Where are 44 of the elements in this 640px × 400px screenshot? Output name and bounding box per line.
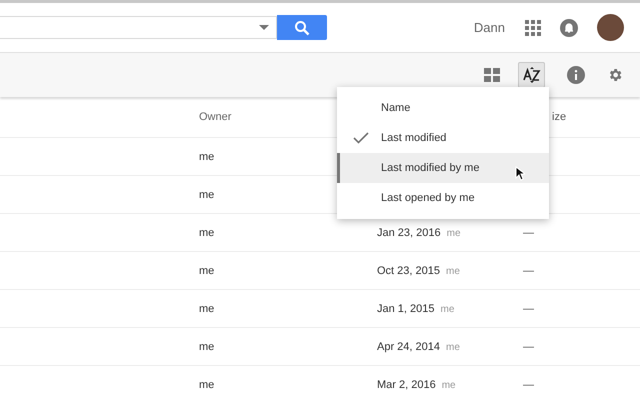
owner-cell-text: me <box>199 378 216 390</box>
modified-date: Mar 2, 2016 <box>377 378 436 390</box>
avatar[interactable] <box>597 14 624 41</box>
file-size: — <box>523 302 534 314</box>
apps-grid-icon[interactable] <box>525 20 541 36</box>
file-size: — <box>523 340 534 352</box>
search-button[interactable] <box>277 15 327 40</box>
owner-cell-text: me <box>199 226 216 238</box>
sort-az-icon <box>522 66 540 84</box>
settings-icon[interactable] <box>607 67 623 83</box>
modified-by: me <box>446 342 460 352</box>
bell-icon[interactable] <box>560 18 578 36</box>
search-icon <box>294 20 310 36</box>
menu-item[interactable]: Last modified by me <box>337 153 549 183</box>
menu-item[interactable]: Name <box>337 93 549 123</box>
mouse-pointer-icon <box>515 166 525 181</box>
file-size: — <box>523 264 534 276</box>
modified-by: me <box>442 380 456 390</box>
menu-item-label: Last modified by me <box>381 162 480 174</box>
menu-item[interactable]: Last opened by me <box>337 183 549 213</box>
owner-cell-text: me <box>199 264 216 276</box>
search-field[interactable] <box>0 16 277 39</box>
menu-item-label: Name <box>381 102 410 114</box>
file-size: — <box>523 226 534 238</box>
owner-cell-text: me <box>199 188 216 200</box>
modified-by: me <box>440 304 454 314</box>
owner-cell-text: me <box>199 302 216 314</box>
info-icon[interactable] <box>567 66 585 84</box>
menu-item-label: Last modified <box>381 132 446 144</box>
user-name: Dann <box>474 20 505 35</box>
modified-by: me <box>446 266 460 276</box>
grid-view-icon[interactable] <box>484 68 500 82</box>
modified-date: Jan 1, 2015 <box>377 302 434 314</box>
modified-date: Apr 24, 2014 <box>377 340 440 352</box>
sort-button[interactable] <box>518 62 545 88</box>
modified-by: me <box>446 228 461 238</box>
owner-cell-text: me <box>199 150 216 162</box>
dropdown-caret-icon[interactable] <box>259 25 269 30</box>
modified-date: Jan 23, 2016 <box>377 226 441 238</box>
menu-item[interactable]: Last modified <box>337 123 549 153</box>
owner-cell-text: me <box>199 340 216 352</box>
modified-date: Oct 23, 2015 <box>377 264 440 276</box>
menu-item-label: Last opened by me <box>381 192 475 204</box>
file-size: — <box>523 378 534 390</box>
